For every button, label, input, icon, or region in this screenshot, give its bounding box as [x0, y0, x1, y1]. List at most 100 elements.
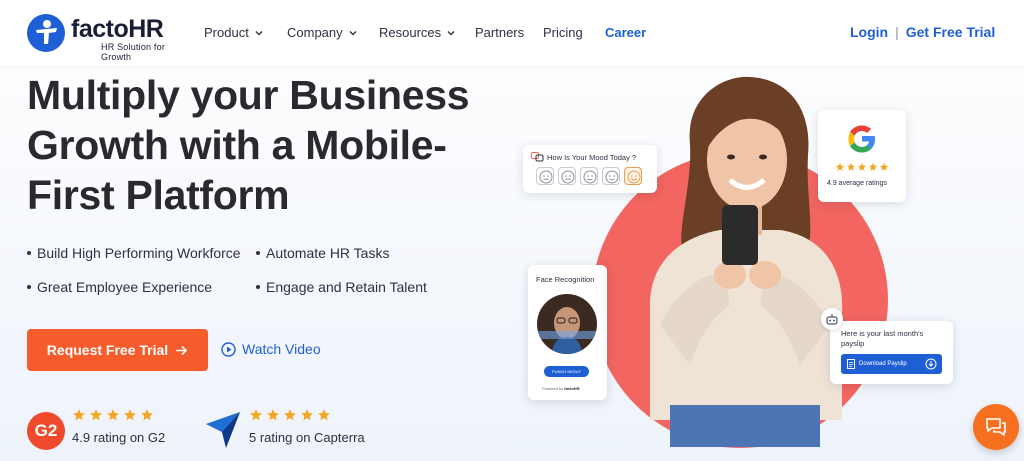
google-stars [835, 162, 889, 172]
star-icon [868, 162, 878, 171]
request-free-trial-button[interactable]: Request Free Trial [27, 329, 208, 371]
bullet-dot [256, 251, 260, 255]
mood-option-neutral[interactable] [580, 167, 598, 185]
g2-badge-text: G2 [34, 421, 58, 440]
login-link[interactable]: Login [850, 24, 888, 40]
grin-face-icon [627, 170, 641, 184]
download-payslip-button[interactable]: Download Payslip [841, 354, 942, 374]
hero-title: Multiply your Business Growth with a Mob… [27, 70, 497, 220]
mood-title: How Is Your Mood Today ? [547, 153, 637, 162]
feature-item: Great Employee Experience [27, 279, 212, 295]
mood-option-very-happy[interactable] [624, 167, 642, 185]
star-icon [124, 409, 136, 421]
punch-button-label: PUNCH IN/OUT [552, 369, 581, 374]
powered-by-text: Powered by [542, 386, 564, 391]
hero-title-line-2: Growth with a Mobile- [27, 122, 447, 168]
star-icon [835, 162, 845, 171]
feature-text: Great Employee Experience [37, 279, 213, 295]
g2-rating-text: 4.9 rating on G2 [72, 430, 166, 445]
capterra-rating-text: 5 rating on Capterra [249, 430, 365, 445]
document-icon [847, 359, 855, 369]
google-rating-text: 4.9 average ratings [827, 180, 887, 187]
bullet-dot [27, 285, 31, 289]
nav-company[interactable]: Company [287, 25, 358, 40]
star-icon [857, 162, 867, 171]
mood-card: How Is Your Mood Today ? [523, 145, 657, 193]
payslip-title-line-2: payslip [841, 339, 865, 348]
feature-text: Automate HR Tasks [266, 245, 390, 261]
nav-resources-label: Resources [379, 25, 442, 40]
watch-video-label: Watch Video [242, 341, 321, 357]
nav-product-label: Product [204, 25, 249, 40]
face-recognition-title: Face Recognition [536, 275, 595, 284]
feature-item: Engage and Retain Talent [256, 279, 427, 295]
mood-option-happy[interactable] [602, 167, 620, 185]
nav-resources[interactable]: Resources [379, 25, 456, 40]
play-circle-icon [221, 341, 236, 357]
nav-career[interactable]: Career [605, 25, 646, 40]
g2-stars [72, 408, 154, 422]
nav-pricing-label: Pricing [543, 25, 583, 40]
star-icon [107, 409, 119, 421]
capterra-stars [249, 408, 331, 422]
star-icon [301, 409, 313, 421]
hero-title-line-3: First Platform [27, 172, 290, 218]
cta-label: Request Free Trial [46, 342, 169, 358]
chevron-down-icon [447, 30, 455, 35]
google-icon [848, 125, 875, 153]
punch-in-out-button[interactable]: PUNCH IN/OUT [544, 366, 589, 377]
logo-name: factoHR [71, 15, 164, 43]
payslip-title-line-1: Here is your last month's [841, 329, 924, 338]
header-separator: | [895, 24, 899, 40]
feature-text: Build High Performing Workforce [37, 245, 241, 261]
mood-option-sad[interactable] [558, 167, 576, 185]
star-icon [318, 409, 330, 421]
watch-video-link[interactable]: Watch Video [221, 341, 321, 357]
bullet-dot [256, 285, 260, 289]
chat-bubbles-icon [531, 152, 544, 162]
g2-rating: G2 4.9 rating on G2 [27, 408, 207, 452]
star-icon [73, 409, 85, 421]
feature-text: Engage and Retain Talent [266, 279, 427, 295]
face-recognition-card: Face Recognition PUNCH IN/OUT Powered by… [528, 265, 607, 400]
nav-partners-label: Partners [475, 25, 525, 40]
chat-icon [986, 418, 1006, 436]
nav-partners[interactable]: Partners [475, 25, 524, 40]
neutral-face-icon [583, 170, 597, 184]
sad-face-icon [539, 170, 553, 184]
smile-face-icon [605, 170, 619, 184]
header-actions: Login | Get Free Trial [850, 24, 995, 40]
factohr-logo[interactable]: factoHR HR Solution for Growth [27, 14, 197, 62]
star-icon [879, 162, 889, 171]
capterra-icon [206, 412, 240, 448]
star-icon [267, 409, 279, 421]
bot-icon [821, 308, 843, 330]
hero-title-line-1: Multiply your Business [27, 72, 470, 118]
powered-by: Powered by factoHR [542, 386, 580, 391]
star-icon [90, 409, 102, 421]
chat-widget-button[interactable] [973, 404, 1019, 450]
star-icon [250, 409, 262, 421]
star-icon [141, 409, 153, 421]
chevron-down-icon [255, 30, 263, 35]
nav-career-label: Career [605, 25, 647, 40]
logo-mark-icon [27, 14, 65, 52]
nav-company-label: Company [287, 25, 343, 40]
nav-product[interactable]: Product [204, 25, 264, 40]
download-payslip-label: Download Payslip [859, 361, 907, 367]
chevron-down-icon [349, 30, 357, 35]
payslip-card: Here is your last month's payslip Downlo… [830, 321, 953, 384]
star-icon [846, 162, 856, 171]
powered-by-brand: factoHR [564, 386, 580, 391]
download-icon [925, 358, 937, 370]
nav-pricing[interactable]: Pricing [543, 25, 583, 40]
g2-badge-icon: G2 [27, 412, 65, 450]
bullet-dot [27, 251, 31, 255]
feature-item: Build High Performing Workforce [27, 245, 241, 261]
robot-icon [826, 313, 838, 324]
site-header: factoHR HR Solution for Growth Product C… [0, 0, 1024, 66]
feature-item: Automate HR Tasks [256, 245, 389, 261]
mood-option-very-sad[interactable] [536, 167, 554, 185]
get-free-trial-link[interactable]: Get Free Trial [906, 24, 995, 40]
face-scan-avatar [537, 294, 597, 354]
